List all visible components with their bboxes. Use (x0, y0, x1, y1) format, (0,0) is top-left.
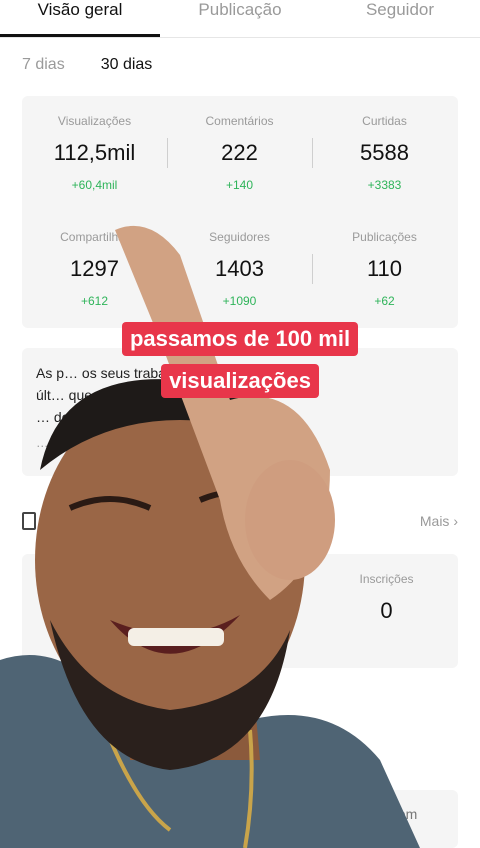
stat-label: Inscrições (359, 572, 414, 586)
stat-delta: +612 (80, 294, 109, 308)
stat-value: 112,5mil (53, 140, 136, 165)
stat-label: Seguidores (209, 230, 270, 244)
stat-likes[interactable]: Curtidas 5588 +3383 (312, 114, 457, 192)
stat-value: 5588 (360, 140, 409, 165)
tab-bar: Visão geral Publicação Seguidor (0, 0, 480, 38)
caption-line-2: visualizações (0, 364, 480, 398)
stat-label: Curtidas (362, 114, 407, 128)
caption-line-1: passamos de 100 mil (0, 322, 480, 356)
document-icon (22, 512, 36, 530)
stat-comments[interactable]: Comentários 222 +140 (167, 114, 312, 192)
more-link[interactable]: Mais › (420, 513, 458, 529)
tab-seguidor[interactable]: Seguidor (320, 0, 480, 37)
stat-label: Publicações (352, 230, 417, 244)
stat-delta: +62 (374, 294, 395, 308)
caption-text: visualizações (161, 364, 319, 398)
stat-shares[interactable]: Compartilhar 1297 +612 (22, 230, 167, 308)
bottom-card-text: oom (390, 806, 418, 822)
tab-visao-geral[interactable]: Visão geral (0, 0, 160, 37)
stat-value: 0 (380, 598, 393, 623)
stat-value: 110 (366, 256, 403, 281)
subscriptions-card: Inscrições 0 (22, 554, 458, 668)
caption-text: passamos de 100 mil (121, 322, 359, 356)
stat-posts[interactable]: Publicações 110 +62 (312, 230, 457, 308)
stat-delta: +60,4mil (71, 178, 118, 192)
stat-subscriptions[interactable]: Inscrições 0 (314, 572, 459, 624)
stat-label: Visualizações (57, 114, 132, 128)
stat-value: 222 (221, 140, 258, 165)
stat-label: Comentários (205, 114, 274, 128)
insight-line: … de seguidores. (36, 409, 146, 425)
active-tab-indicator (0, 34, 160, 37)
stats-card: Visualizações 112,5mil +60,4mil Comentár… (22, 96, 458, 328)
stat-value: 1403 (215, 256, 264, 281)
range-30-days[interactable]: 30 dias (101, 56, 153, 74)
insight-note: … dores para mais (36, 436, 142, 450)
stat-views[interactable]: Visualizações 112,5mil +60,4mil (22, 114, 167, 192)
date-range-selector: 7 dias 30 dias (22, 56, 152, 74)
stat-delta: +1090 (222, 294, 257, 308)
stat-delta: +140 (225, 178, 254, 192)
tab-publicacao[interactable]: Publicação (160, 0, 320, 37)
stat-value: 1297 (70, 256, 119, 281)
stat-delta: +3383 (367, 178, 402, 192)
section-header: Mais › (22, 512, 458, 530)
range-7-days[interactable]: 7 dias (22, 56, 65, 74)
stat-label: Compartilhar (60, 230, 129, 244)
stat-followers[interactable]: Seguidores 1403 +1090 (167, 230, 312, 308)
